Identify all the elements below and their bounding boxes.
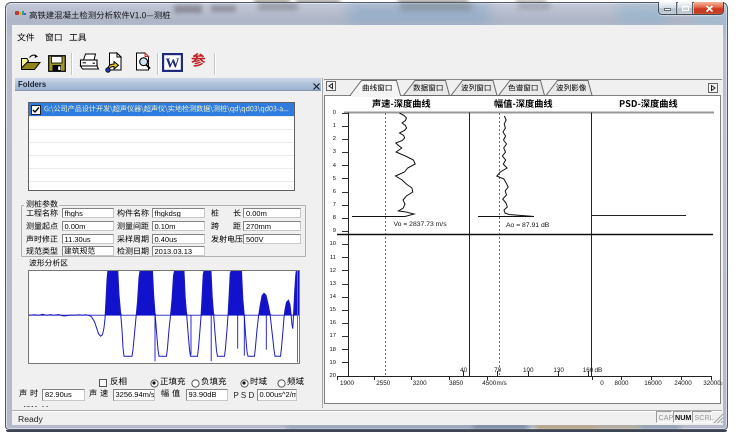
svg-text:W: W <box>166 57 180 72</box>
